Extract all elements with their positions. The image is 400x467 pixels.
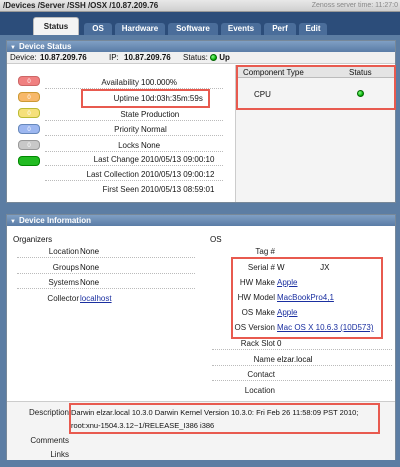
device-information-title: Device Information (18, 216, 91, 225)
device-label: Device: (10, 53, 37, 62)
hardware-highlight (231, 257, 383, 339)
tab-hardware[interactable]: Hardware (115, 23, 165, 35)
locks-value: None (141, 141, 161, 150)
tag-label: Tag # (255, 247, 275, 256)
severity-critical-count[interactable]: 0 (18, 76, 40, 86)
priority-label: Priority (114, 125, 139, 134)
status-indicator: Up (210, 52, 230, 64)
tab-software[interactable]: Software (168, 23, 218, 35)
last-collection-label: Last Collection (86, 170, 139, 179)
device-status-panel: ▼ Device Status Device: 10.87.209.76 IP: … (6, 40, 396, 203)
org-systems-value: None (80, 278, 100, 287)
org-groups-value: None (80, 263, 100, 272)
collapse-triangle-icon[interactable]: ▼ (10, 45, 16, 51)
tab-strip: Status OS Hardware Software Events Perf … (0, 12, 400, 35)
status-label: Status: (183, 53, 208, 62)
availability-value: 100.000% (141, 78, 178, 87)
os-title: OS (210, 235, 222, 244)
breadcrumb[interactable]: /Devices /Server /SSH /OSX /10.87.209.76 (3, 1, 158, 10)
severity-info-count[interactable]: 0 (18, 124, 40, 134)
comments-label: Comments (30, 436, 69, 445)
org-collector-label: Collector (47, 294, 79, 303)
availability-label: Availability (101, 78, 139, 87)
name-value: elzar.local (277, 355, 313, 364)
priority-value: Normal (141, 125, 167, 134)
links-label: Links (50, 450, 69, 459)
state-label: State (120, 110, 139, 119)
status-up-icon (210, 54, 217, 61)
organizers-title: Organizers (13, 235, 53, 244)
tab-edit[interactable]: Edit (299, 23, 327, 35)
device-information-panel: ▼ Device Information Organizers Location … (6, 214, 396, 460)
device-status-header[interactable]: ▼ Device Status (7, 41, 395, 52)
status-value: Up (219, 53, 230, 62)
tab-status[interactable]: Status (33, 17, 79, 35)
description-label: Description (28, 408, 69, 417)
last-change-value: 2010/05/13 09:00:10 (141, 155, 215, 164)
org-location-label: Location (48, 247, 79, 256)
tab-perf[interactable]: Perf (264, 23, 296, 35)
component-highlight (236, 65, 396, 110)
top-bar: /Devices /Server /SSH /OSX /10.87.209.76… (0, 0, 400, 12)
description-highlight (69, 403, 380, 434)
server-time: Zenoss server time: 11:27:0 (311, 2, 398, 9)
last-collection-value: 2010/05/13 09:00:12 (141, 170, 215, 179)
tab-os[interactable]: OS (84, 23, 112, 35)
device-information-header[interactable]: ▼ Device Information (7, 215, 395, 226)
ip-value: 10.87.209.76 (124, 53, 171, 62)
uptime-highlight (81, 89, 210, 108)
last-change-label: Last Change (93, 155, 139, 164)
device-value: 10.87.209.76 (40, 53, 87, 62)
org-collector-link[interactable]: localhost (80, 294, 112, 303)
first-seen-value: 2010/05/13 08:59:01 (141, 185, 215, 194)
org-groups-label: Groups (52, 263, 79, 272)
location-label: Location (244, 386, 275, 395)
ip-label: IP: (109, 53, 119, 62)
collapse-triangle-icon[interactable]: ▼ (10, 219, 16, 225)
org-location-value: None (80, 247, 100, 256)
rack-slot-value: 0 (277, 339, 282, 348)
severity-debug-count[interactable]: 0 (18, 140, 40, 150)
device-summary-row: Device: 10.87.209.76 IP: 10.87.209.76 St… (7, 52, 395, 64)
contact-label: Contact (247, 370, 275, 379)
severity-clear-count[interactable] (18, 156, 40, 166)
tab-events[interactable]: Events (221, 23, 261, 35)
state-value: Production (141, 110, 180, 119)
name-label: Name (253, 355, 275, 364)
severity-error-count[interactable]: 0 (18, 92, 40, 102)
first-seen-label: First Seen (102, 185, 139, 194)
device-status-title: Device Status (18, 42, 72, 51)
locks-label: Locks (118, 141, 139, 150)
bottom-border (0, 460, 400, 467)
rack-slot-label: Rack Slot (240, 339, 275, 348)
org-systems-label: Systems (48, 278, 79, 287)
severity-warning-count[interactable]: 0 (18, 108, 40, 118)
